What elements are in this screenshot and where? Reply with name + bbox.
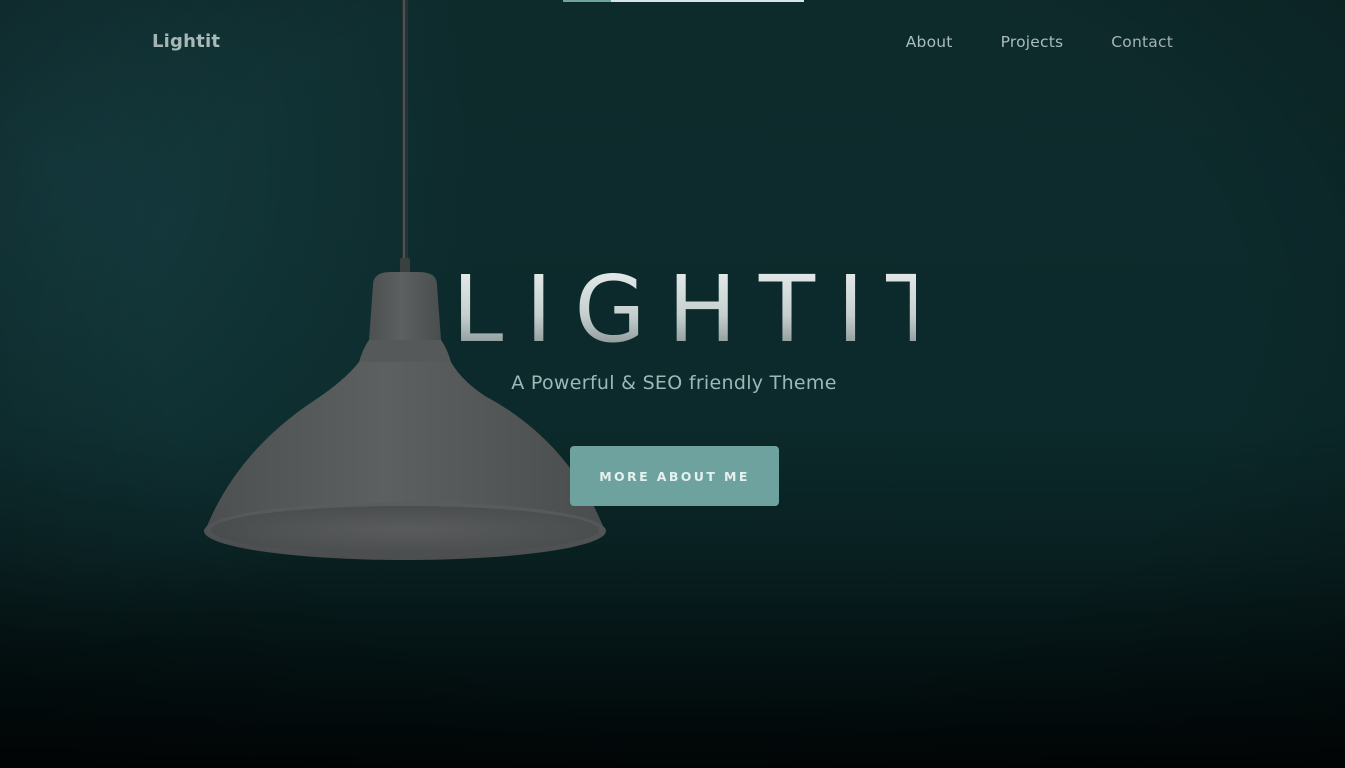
nav-link-contact[interactable]: Contact	[1111, 33, 1173, 51]
hero-title: LIGHTIT	[430, 256, 942, 364]
hero-subtitle: A Powerful & SEO friendly Theme	[511, 372, 837, 394]
hero-section: Lightit About Projects Contact LIGHTIT A…	[0, 0, 1345, 768]
nav-link-projects[interactable]: Projects	[1001, 33, 1064, 51]
more-about-me-button[interactable]: MORE ABOUT ME	[570, 446, 779, 506]
nav-link-about[interactable]: About	[906, 33, 953, 51]
main-navigation: About Projects Contact	[906, 33, 1173, 51]
brand-logo-link[interactable]: Lightit	[152, 31, 220, 52]
